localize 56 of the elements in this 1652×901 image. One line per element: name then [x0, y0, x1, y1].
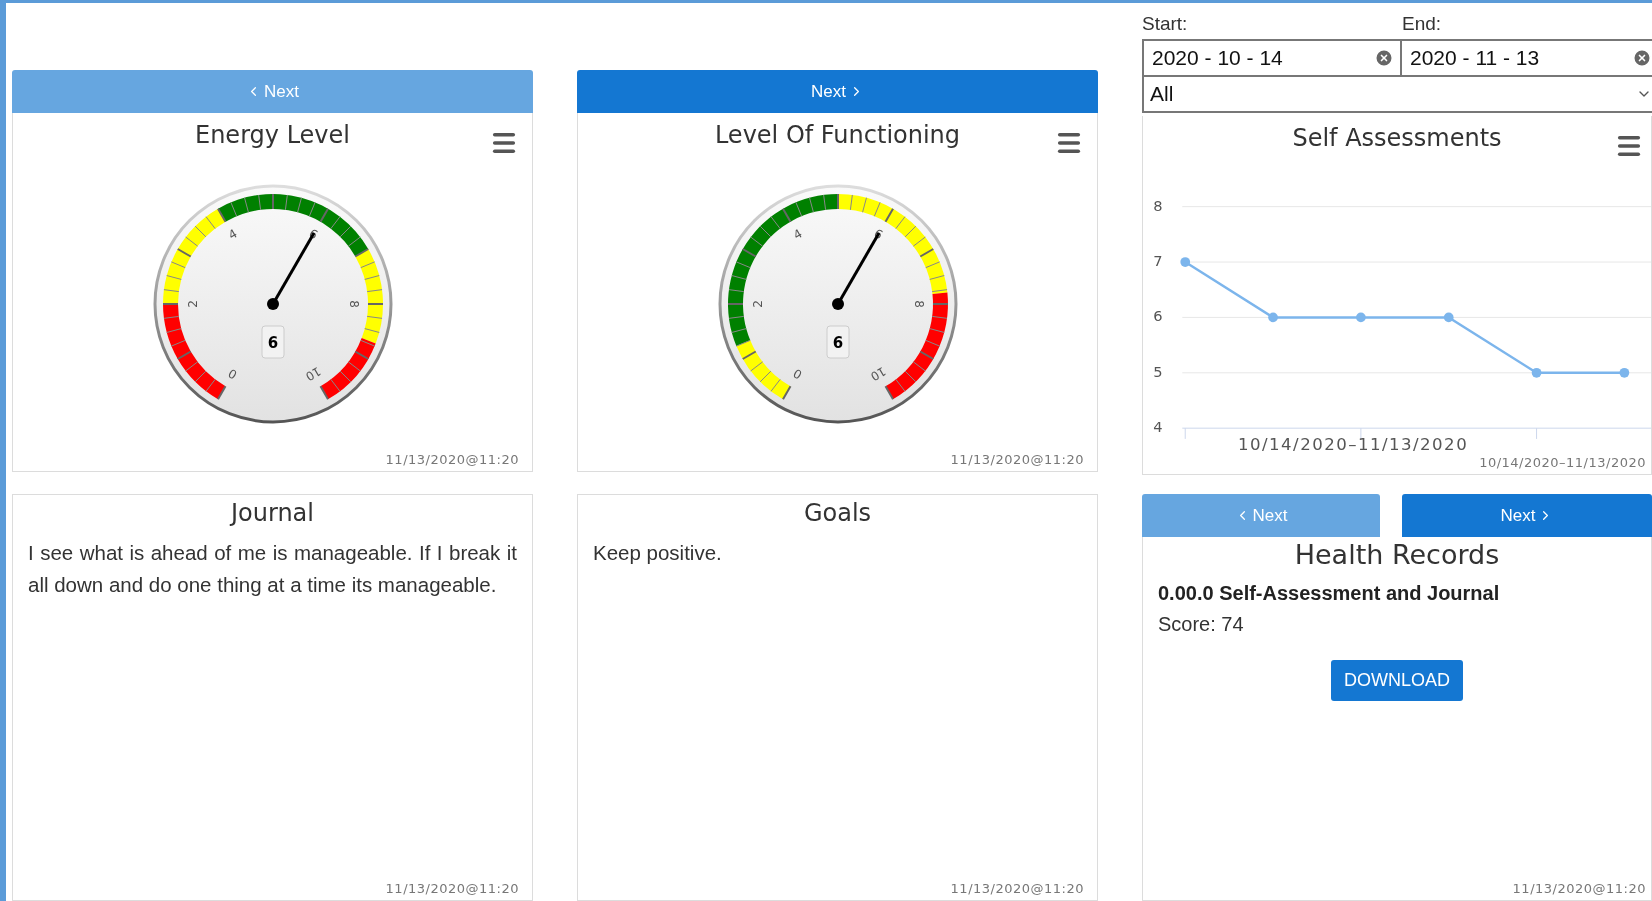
timestamp: 11/13/2020@11:20 [385, 881, 519, 896]
card-title: Self Assessments [1292, 124, 1502, 152]
goals-text: Keep positive. [593, 540, 723, 567]
data-point [1180, 257, 1191, 267]
y-axis-label: 8 [1153, 196, 1163, 214]
scale-label: 0 [790, 365, 805, 382]
start-date-field[interactable]: 2020 - 10 - 14 [1142, 39, 1402, 77]
record-title: 0.00.0 Self-Assessment and Journal [1158, 582, 1501, 606]
scale-label: 2 [185, 300, 199, 308]
scale-label: 4 [790, 226, 805, 243]
timestamp: 11/13/2020@11:20 [1512, 881, 1646, 896]
card-title: Energy Level [195, 121, 350, 150]
timestamp: 11/13/2020@11:20 [950, 452, 1084, 468]
clear-icon[interactable] [1632, 48, 1652, 68]
value-box [826, 325, 849, 359]
scale-label: 6 [870, 226, 885, 243]
data-point [1356, 312, 1366, 323]
x-axis-title: 10/14/2020–11/13/2020 [1238, 435, 1469, 455]
journal-text: I see what is ahead of me is manageable. If I break it all down and do one thing at a time its manageable. [28, 540, 517, 599]
data-point [1619, 367, 1630, 378]
y-axis-label: 4 [1153, 418, 1163, 436]
next-button[interactable]: Next [1142, 494, 1380, 538]
download-button[interactable]: DOWNLOAD [1331, 660, 1463, 702]
scale-label: 6 [305, 226, 320, 243]
scale-label: 10 [867, 363, 888, 384]
timestamp: 11/13/2020@11:20 [950, 881, 1084, 896]
next-button[interactable]: Next [12, 70, 533, 114]
scale-label: 4 [225, 226, 240, 243]
value-box [261, 325, 284, 359]
gauge-value: 6 [267, 333, 278, 352]
end-date-field[interactable]: 2020 - 11 - 13 [1402, 39, 1652, 77]
record-score: Score: 74 [1158, 613, 1245, 637]
data-point [1531, 367, 1542, 378]
card-title: Level Of Functioning [714, 121, 961, 150]
scale-label: 8 [346, 300, 360, 308]
end-label: End: [1402, 12, 1443, 36]
y-axis-label: 6 [1153, 307, 1163, 325]
scale-label: 0 [225, 365, 240, 382]
start-label: Start: [1142, 12, 1189, 36]
clear-icon[interactable] [1374, 48, 1394, 68]
scale-label: 2 [750, 300, 764, 308]
next-button[interactable]: Next [577, 70, 1098, 114]
data-point [1268, 312, 1278, 323]
scale-label: 8 [911, 300, 925, 308]
card-title: Health Records [1294, 539, 1500, 571]
chart-credit: 10/14/2020–11/13/2020 [1479, 455, 1646, 471]
card-title: Journal [231, 499, 314, 528]
gauge-value: 6 [832, 333, 843, 352]
category-select[interactable]: All [1142, 77, 1652, 113]
scale-label: 10 [302, 363, 323, 384]
timestamp: 11/13/2020@11:20 [385, 452, 519, 468]
y-axis-label: 5 [1153, 362, 1163, 380]
next-button[interactable]: Next [1402, 494, 1652, 538]
card-title: Goals [803, 499, 872, 528]
data-point [1443, 312, 1454, 323]
y-axis-label: 7 [1153, 252, 1163, 270]
